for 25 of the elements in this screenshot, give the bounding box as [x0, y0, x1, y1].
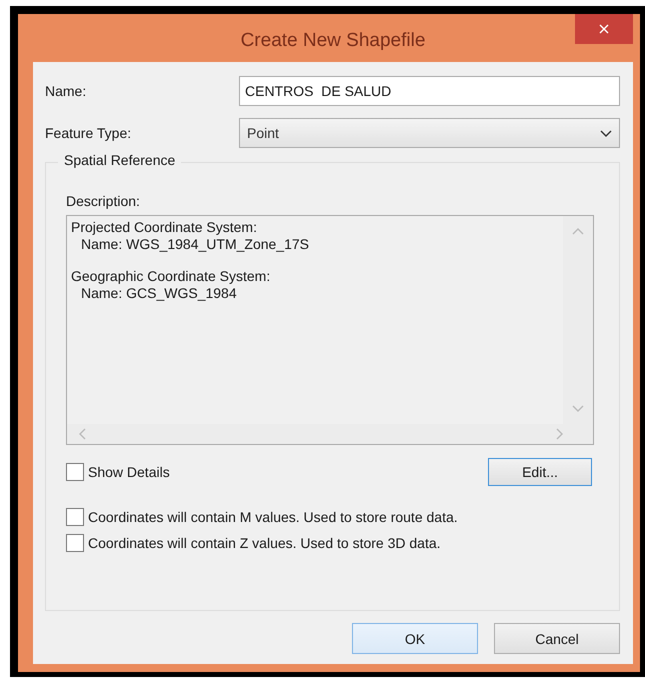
description-label: Description:: [66, 193, 141, 209]
name-field[interactable]: CENTROS DE SALUD: [239, 76, 620, 106]
field-label: Feature Type:: [45, 125, 132, 141]
horizontal-scrollbar[interactable]: [67, 424, 593, 444]
description-text: Name: GCS_WGS_1984: [80, 285, 238, 302]
checkbox-label: Show Details: [88, 464, 170, 480]
checkbox[interactable]: [66, 463, 84, 481]
feature-type-dropdown[interactable]: Point: [239, 118, 620, 148]
cancel-button[interactable]: Cancel: [494, 623, 620, 654]
description-text: Projected Coordinate System:: [71, 219, 258, 236]
edit-button[interactable]: Edit...: [488, 458, 592, 486]
field-label: Name:: [45, 83, 88, 99]
close-icon: [599, 24, 609, 34]
checkbox-label: Coordinates will contain M values. Used to store route data.: [88, 509, 458, 525]
checkbox[interactable]: [66, 508, 84, 526]
chevron-down-icon: [600, 130, 612, 136]
checkbox-label: Coordinates will contain Z values. Used to store 3D data.: [88, 535, 441, 551]
ok-button[interactable]: OK: [352, 623, 478, 654]
description-text: Name: WGS_1984_UTM_Zone_17S: [80, 236, 310, 253]
description-text: Geographic Coordinate System:: [71, 268, 272, 285]
window-title: Create New Shapefile: [240, 30, 426, 52]
group-title: Spatial Reference: [58, 152, 182, 168]
close-button[interactable]: [575, 14, 633, 44]
vertical-scrollbar[interactable]: [563, 216, 593, 424]
checkbox[interactable]: [66, 534, 84, 552]
